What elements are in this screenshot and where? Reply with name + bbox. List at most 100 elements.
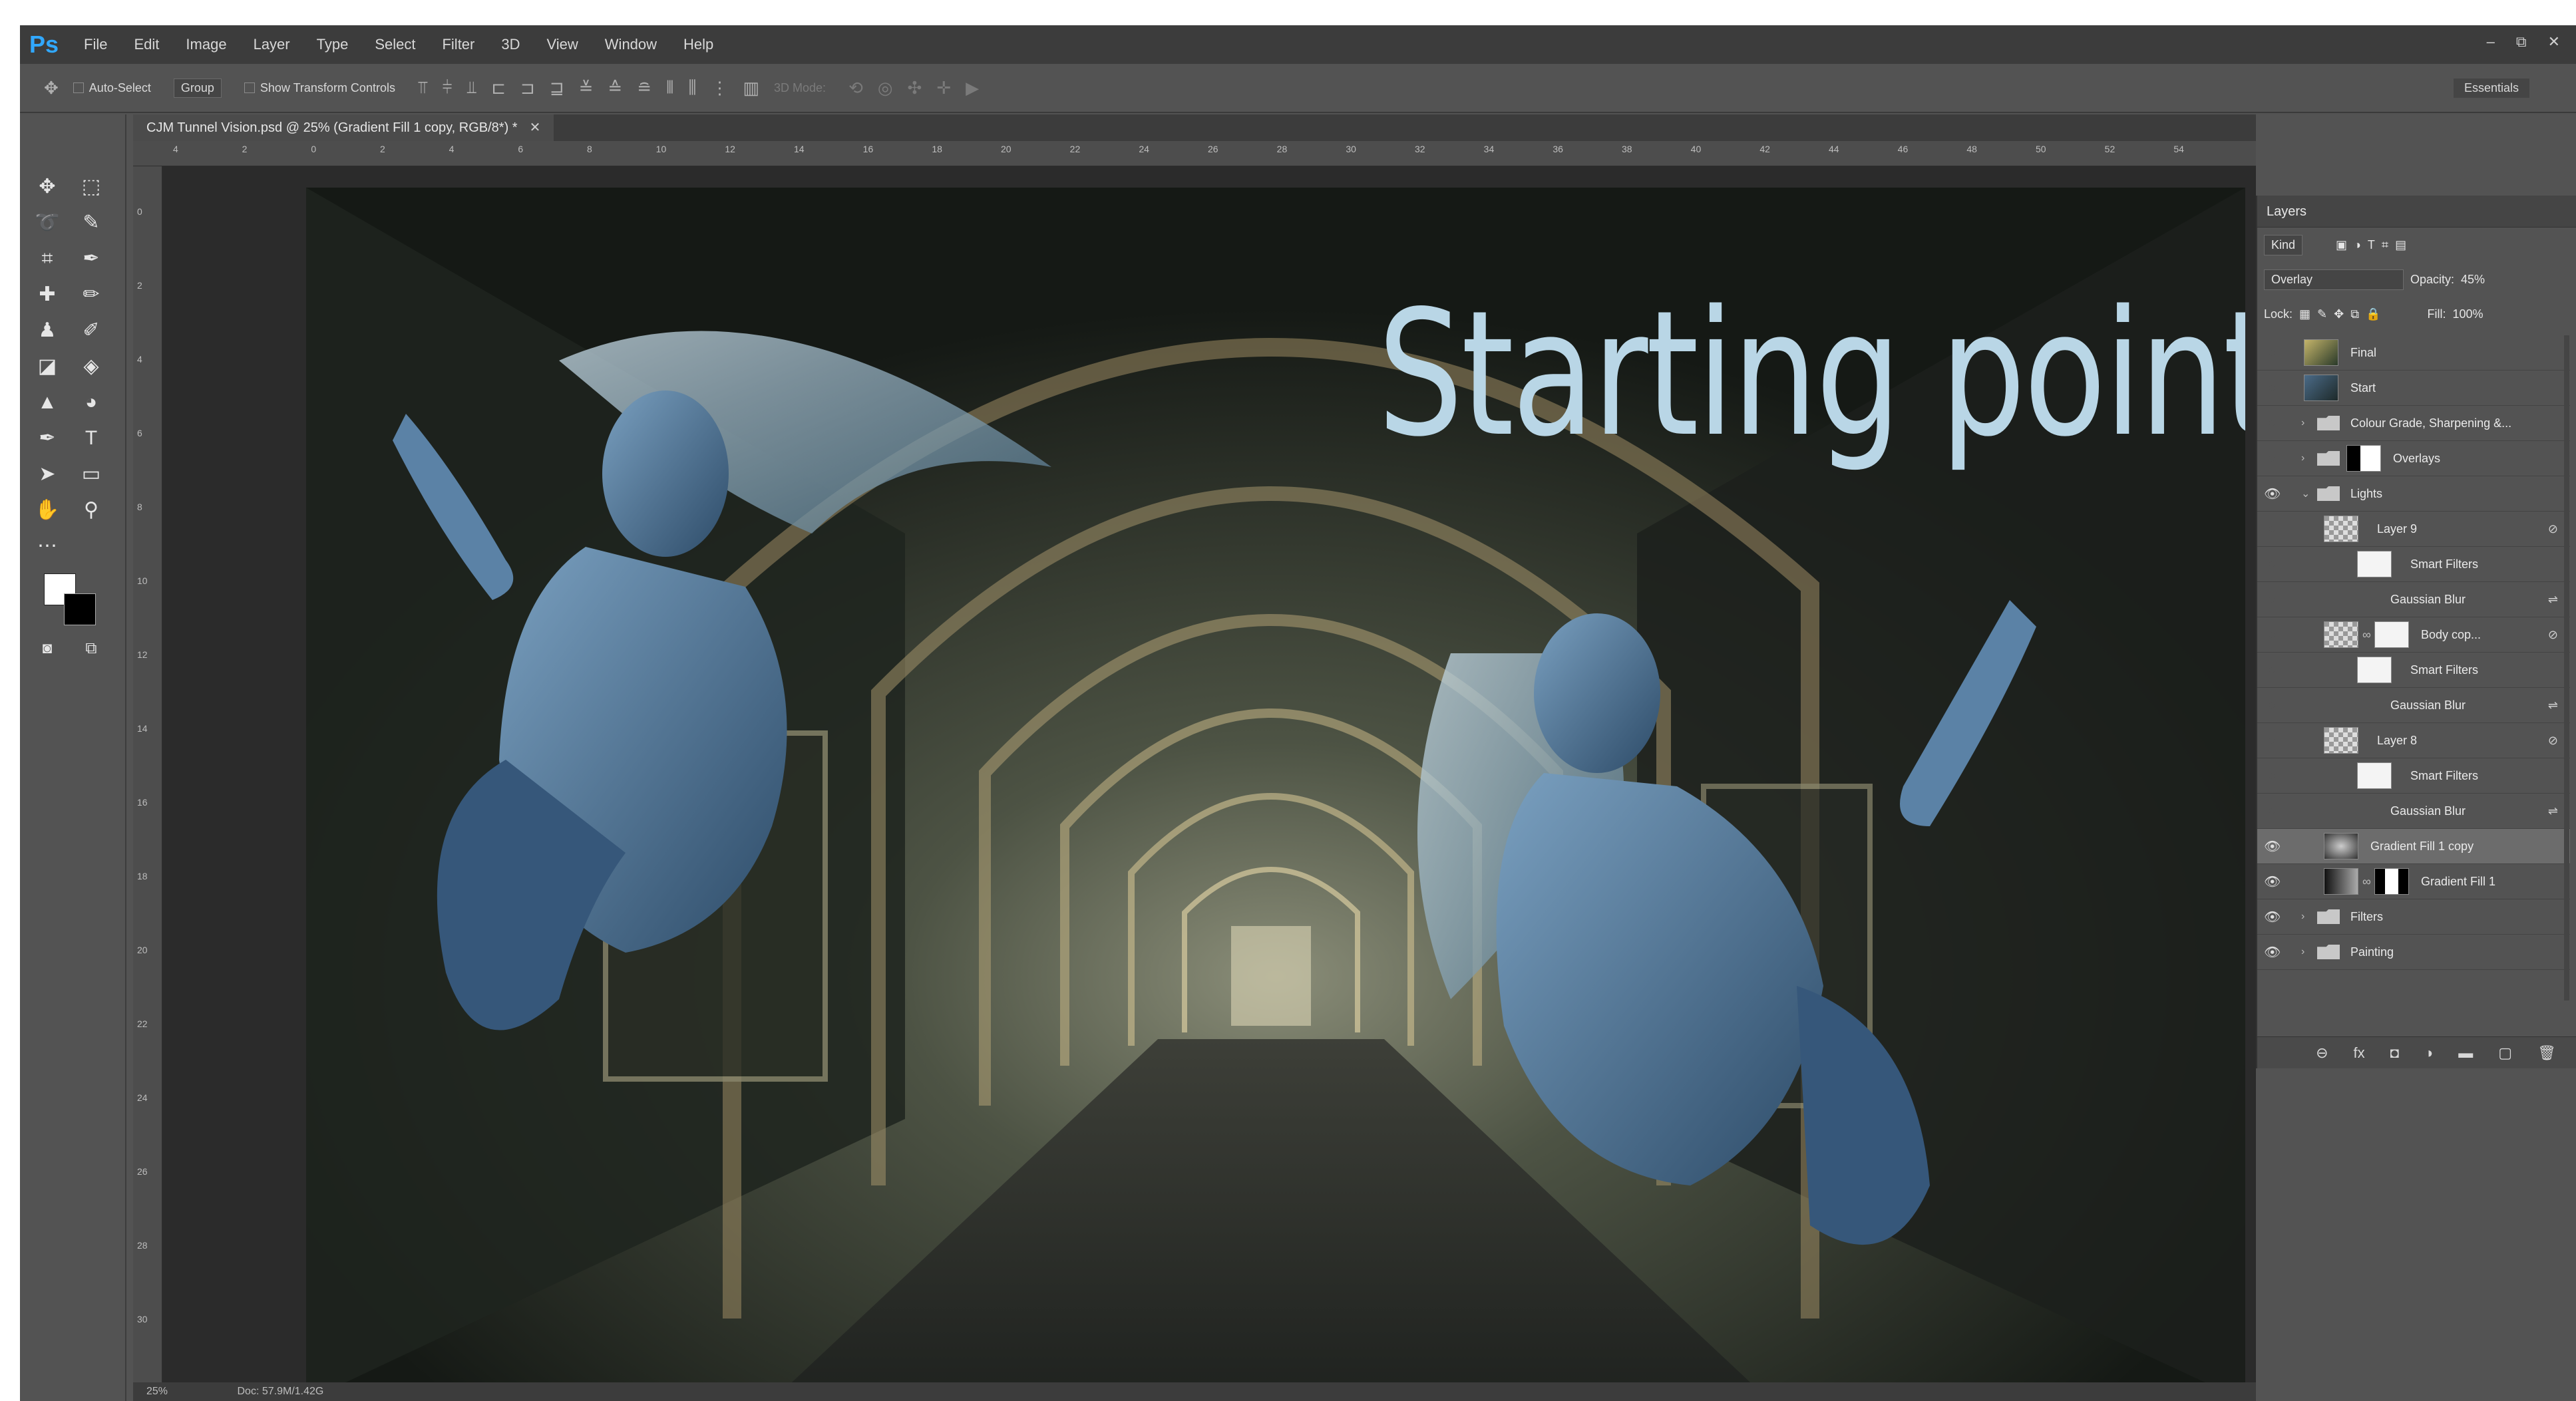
chevron-right-icon[interactable]: ›: [2301, 946, 2304, 958]
document-tab[interactable]: CJM Tunnel Vision.psd @ 25% (Gradient Fi…: [133, 114, 554, 141]
close-icon[interactable]: ✕: [2548, 33, 2560, 51]
menu-select[interactable]: Select: [375, 36, 415, 53]
show-transform-checkbox[interactable]: Show Transform Controls: [244, 81, 395, 95]
minimize-icon[interactable]: –: [2487, 33, 2495, 51]
chevron-right-icon[interactable]: ›: [2301, 452, 2304, 464]
marquee-tool-icon[interactable]: ⬚: [76, 172, 106, 202]
menu-edit[interactable]: Edit: [134, 36, 160, 53]
history-brush-tool-icon[interactable]: ✐: [76, 315, 106, 346]
distribute-right-icon[interactable]: ⋮: [711, 78, 728, 98]
smart-filter-badge-icon[interactable]: ⊘: [2548, 734, 2558, 748]
dodge-tool-icon[interactable]: ◕: [76, 387, 106, 418]
layer-row-gaussian-blur[interactable]: ● Gaussian Blur ⇌: [2257, 688, 2570, 723]
visibility-icon[interactable]: ●: [2264, 345, 2280, 361]
layer-row-body-copy[interactable]: ● ∞ Body cop... ⊘: [2257, 617, 2570, 653]
filter-type-icon[interactable]: T: [2368, 238, 2375, 252]
blur-tool-icon[interactable]: ▲: [32, 387, 63, 418]
link-layers-icon[interactable]: ⊖: [2316, 1044, 2328, 1062]
distribute-hcenter-icon[interactable]: ⫼: [688, 77, 696, 98]
visibility-icon[interactable]: ●: [2264, 416, 2280, 431]
menu-help[interactable]: Help: [683, 36, 713, 53]
visibility-icon[interactable]: ●: [2264, 557, 2280, 572]
align-left-icon[interactable]: ⊏: [491, 78, 506, 98]
screen-mode-icon[interactable]: ⧉: [76, 633, 106, 664]
move-tool-icon[interactable]: ✥: [32, 172, 63, 202]
link-icon[interactable]: ∞: [2362, 875, 2371, 889]
filter-kind-dropdown[interactable]: Kind: [2264, 234, 2303, 255]
lock-all-icon[interactable]: 🔒: [2366, 307, 2380, 321]
new-group-icon[interactable]: ▬: [2458, 1044, 2473, 1062]
layer-row-gaussian-blur[interactable]: ● Gaussian Blur ⇌: [2257, 582, 2570, 617]
menu-view[interactable]: View: [547, 36, 578, 53]
layer-row-gradient-fill-1[interactable]: 👁 ∞ Gradient Fill 1: [2257, 864, 2570, 899]
rectangle-tool-icon[interactable]: ▭: [76, 459, 106, 490]
visibility-icon[interactable]: 👁: [2264, 909, 2281, 925]
distribute-left-icon[interactable]: ⦀: [666, 77, 673, 98]
lock-position-icon[interactable]: ✥: [2334, 307, 2344, 321]
visibility-icon[interactable]: 👁: [2264, 486, 2281, 502]
type-tool-icon[interactable]: T: [76, 423, 106, 454]
3d-roll-icon[interactable]: ◎: [878, 78, 893, 98]
align-right-icon[interactable]: ⊒: [550, 78, 564, 98]
menu-image[interactable]: Image: [186, 36, 226, 53]
3d-slide-icon[interactable]: ✛: [936, 78, 951, 98]
3d-pan-icon[interactable]: ✣: [908, 78, 922, 98]
more-tools-icon[interactable]: ⋯: [32, 531, 63, 561]
path-selection-tool-icon[interactable]: ➤: [32, 459, 63, 490]
visibility-icon[interactable]: ●: [2264, 522, 2280, 537]
group-dropdown[interactable]: Group: [173, 78, 222, 98]
link-icon[interactable]: ∞: [2362, 628, 2371, 642]
lock-transparent-icon[interactable]: ▦: [2299, 307, 2310, 321]
blend-mode-dropdown[interactable]: Overlay: [2264, 269, 2404, 290]
3d-rotate-icon[interactable]: ⟲: [848, 78, 863, 98]
move-tool-icon[interactable]: ✥: [44, 78, 59, 98]
layer-row-layer-8[interactable]: ● Layer 8 ⊘: [2257, 723, 2570, 758]
filter-options-icon[interactable]: ⇌: [2548, 593, 2558, 607]
layer-row-overlays-group[interactable]: ● › Overlays: [2257, 441, 2570, 476]
trash-icon[interactable]: 🗑: [2537, 1044, 2556, 1062]
clone-stamp-tool-icon[interactable]: ♟: [32, 315, 63, 346]
3d-scale-icon[interactable]: ▶: [966, 78, 979, 98]
chevron-right-icon[interactable]: ›: [2301, 417, 2304, 429]
eraser-tool-icon[interactable]: ◪: [32, 351, 63, 382]
distribute-bottom-icon[interactable]: ≘: [637, 78, 651, 98]
menu-type[interactable]: Type: [317, 36, 349, 53]
auto-select-checkbox[interactable]: Auto-Select: [73, 81, 151, 95]
smart-filter-badge-icon[interactable]: ⊘: [2548, 628, 2558, 642]
visibility-icon[interactable]: ●: [2264, 592, 2280, 607]
align-hcenter-icon[interactable]: ⊐: [520, 78, 535, 98]
visibility-icon[interactable]: 👁: [2264, 838, 2281, 855]
visibility-icon[interactable]: ●: [2264, 768, 2280, 784]
menu-file[interactable]: File: [84, 36, 107, 53]
crop-tool-icon[interactable]: ⌗: [32, 243, 63, 274]
lock-pixels-icon[interactable]: ✎: [2317, 307, 2327, 321]
visibility-icon[interactable]: ●: [2264, 627, 2280, 643]
filter-options-icon[interactable]: ⇌: [2548, 699, 2558, 712]
menu-3d[interactable]: 3D: [501, 36, 520, 53]
quick-mask-icon[interactable]: ◙: [32, 633, 63, 664]
filter-shape-icon[interactable]: ⌗: [2382, 238, 2388, 252]
layers-panel-tab[interactable]: Layers: [2257, 196, 2576, 228]
layer-row-smart-filters[interactable]: ● Smart Filters: [2257, 653, 2570, 688]
layer-row-colour-grade-group[interactable]: ● › Colour Grade, Sharpening &...: [2257, 406, 2570, 441]
align-top-icon[interactable]: ⫪: [418, 77, 428, 98]
distribute-vcenter-icon[interactable]: ≙: [608, 78, 622, 98]
fill-value[interactable]: 100%: [2453, 307, 2484, 321]
menu-filter[interactable]: Filter: [442, 36, 474, 53]
filter-options-icon[interactable]: ⇌: [2548, 804, 2558, 818]
background-color-swatch[interactable]: [64, 593, 96, 625]
lock-artboard-icon[interactable]: ⧉: [2350, 307, 2359, 321]
visibility-icon[interactable]: 👁: [2264, 944, 2281, 961]
layer-row-gaussian-blur[interactable]: ● Gaussian Blur ⇌: [2257, 794, 2570, 829]
filter-pixel-icon[interactable]: ▣: [2336, 238, 2347, 252]
add-mask-icon[interactable]: ◘: [2390, 1044, 2399, 1062]
chevron-down-icon[interactable]: ⌄: [2301, 487, 2310, 500]
new-layer-icon[interactable]: ▢: [2498, 1044, 2512, 1062]
filter-smart-icon[interactable]: ▤: [2395, 238, 2406, 252]
hand-tool-icon[interactable]: ✋: [32, 495, 63, 526]
layers-scrollbar[interactable]: [2564, 335, 2569, 1001]
healing-brush-tool-icon[interactable]: ✚: [32, 279, 63, 310]
visibility-icon[interactable]: ●: [2264, 663, 2280, 678]
document-canvas[interactable]: Starting point.: [306, 188, 2245, 1401]
layer-row-layer-9[interactable]: ● Layer 9 ⊘: [2257, 512, 2570, 547]
